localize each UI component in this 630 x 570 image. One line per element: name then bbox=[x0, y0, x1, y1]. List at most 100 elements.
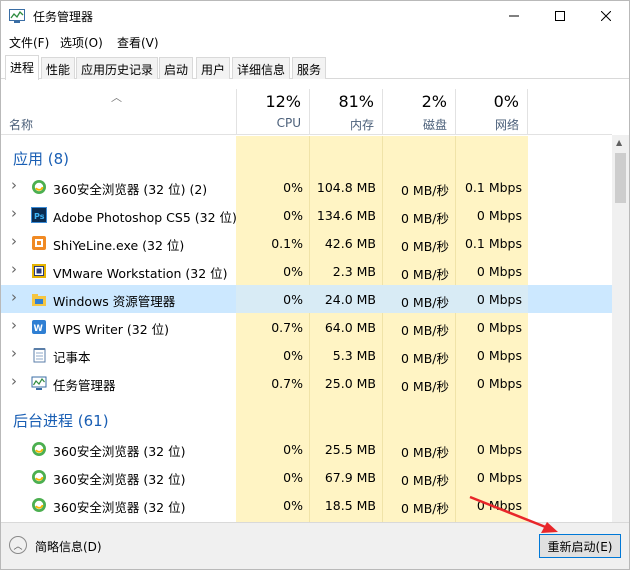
task-manager-window: 任务管理器 文件(F) 选项(O) 查看(V) 进程 性能 应用历史记录 启动 … bbox=[0, 0, 630, 570]
360-browser-icon bbox=[32, 442, 46, 456]
explorer-icon bbox=[32, 294, 46, 306]
memory-value: 25.0 MB bbox=[324, 376, 376, 391]
process-row[interactable]: › Windows 资源管理器 0% 24.0 MB 0 MB/秒 0 Mbps bbox=[1, 285, 612, 313]
sort-up-icon[interactable]: ︿ bbox=[111, 89, 122, 105]
memory-value: 25.5 MB bbox=[324, 442, 376, 457]
expand-chevron-icon[interactable]: › bbox=[11, 372, 17, 390]
expand-chevron-icon[interactable]: › bbox=[11, 260, 17, 278]
process-name: 记事本 bbox=[53, 350, 91, 365]
group-background[interactable]: 后台进程 (61) bbox=[13, 410, 109, 431]
disk-value: 0 MB/秒 bbox=[401, 323, 449, 338]
memory-value: 24.0 MB bbox=[324, 292, 376, 307]
expand-chevron-icon[interactable]: › bbox=[11, 176, 17, 194]
vertical-scrollbar[interactable]: ▲ bbox=[612, 135, 629, 522]
memory-label: 内存 bbox=[349, 118, 374, 132]
network-value: 0 Mbps bbox=[476, 442, 522, 457]
cpu-value: 0% bbox=[283, 208, 303, 223]
collapse-circle-icon[interactable]: ︿ bbox=[9, 536, 27, 554]
cpu-total: 12% bbox=[265, 92, 301, 111]
disk-value: 0 MB/秒 bbox=[401, 501, 449, 516]
network-value: 0 Mbps bbox=[476, 320, 522, 335]
network-value: 0 Mbps bbox=[476, 376, 522, 391]
expand-chevron-icon[interactable]: › bbox=[11, 288, 17, 306]
tab-services[interactable]: 服务 bbox=[292, 57, 327, 79]
expand-chevron-icon[interactable]: › bbox=[11, 232, 17, 250]
process-row[interactable]: 360安全浏览器 (32 位) 0% 67.9 MB 0 MB/秒 0 Mbps bbox=[1, 463, 612, 491]
tab-performance[interactable]: 性能 bbox=[41, 57, 76, 79]
minimize-button[interactable] bbox=[491, 1, 537, 31]
cpu-value: 0% bbox=[283, 442, 303, 457]
memory-value: 42.6 MB bbox=[324, 236, 376, 251]
process-row[interactable]: › VMware Workstation (32 位) 0% 2.3 MB 0 MB/秒… bbox=[1, 257, 612, 285]
tab-bar: 进程 性能 应用历史记录 启动 用户 详细信息 服务 bbox=[1, 55, 629, 80]
title-bar: 任务管理器 bbox=[1, 1, 629, 31]
task-manager-icon bbox=[31, 376, 47, 390]
process-name: VMware Workstation (32 位) bbox=[53, 266, 228, 281]
process-row[interactable]: › 任务管理器 0.7% 25.0 MB 0 MB/秒 0 Mbps bbox=[1, 369, 612, 397]
group-apps[interactable]: 应用 (8) bbox=[13, 148, 69, 169]
tab-app-history[interactable]: 应用历史记录 bbox=[76, 57, 159, 79]
process-name: 360安全浏览器 (32 位) bbox=[53, 444, 186, 459]
process-row[interactable]: › ShiYeLine.exe (32 位) 0.1% 42.6 MB 0 MB/秒 0.… bbox=[1, 229, 612, 257]
tab-users[interactable]: 用户 bbox=[196, 57, 231, 79]
process-row[interactable]: › 360安全浏览器 (32 位) (2) 0% 104.8 MB 0 MB/秒 0.1 … bbox=[1, 173, 612, 201]
cpu-value: 0% bbox=[283, 498, 303, 513]
process-row[interactable]: › 记事本 0% 5.3 MB 0 MB/秒 0 Mbps bbox=[1, 341, 612, 369]
column-header: ︿ 名称 12% CPU 81% 内存 2% 磁盘 0% 网络 bbox=[1, 89, 612, 135]
disk-label: 磁盘 bbox=[422, 118, 447, 132]
360-browser-icon bbox=[32, 180, 46, 194]
tab-details[interactable]: 详细信息 bbox=[232, 57, 291, 79]
process-row[interactable]: 360安全浏览器 (32 位) 0% 18.5 MB 0 MB/秒 0 Mbps bbox=[1, 491, 612, 519]
menu-file[interactable]: 文件(F) bbox=[9, 34, 49, 51]
column-name[interactable]: 名称 bbox=[9, 116, 33, 133]
minimize-icon bbox=[509, 15, 519, 17]
fewer-details-link[interactable]: 简略信息(D) bbox=[35, 538, 102, 555]
maximize-button[interactable] bbox=[537, 1, 583, 31]
disk-value: 0 MB/秒 bbox=[401, 295, 449, 310]
cpu-value: 0% bbox=[283, 264, 303, 279]
process-name: WPS Writer (32 位) bbox=[53, 322, 170, 337]
network-value: 0 Mbps bbox=[476, 292, 522, 307]
disk-value: 0 MB/秒 bbox=[401, 445, 449, 460]
expand-chevron-icon[interactable]: › bbox=[11, 344, 17, 362]
cpu-value: 0.7% bbox=[271, 320, 303, 335]
svg-text:W: W bbox=[34, 324, 44, 334]
task-manager-icon bbox=[9, 9, 25, 23]
disk-value: 0 MB/秒 bbox=[401, 239, 449, 254]
disk-value: 0 MB/秒 bbox=[401, 267, 449, 282]
process-name: 任务管理器 bbox=[53, 378, 116, 393]
cpu-value: 0.7% bbox=[271, 376, 303, 391]
disk-total: 2% bbox=[421, 92, 447, 111]
restart-button[interactable]: 重新启动(E) bbox=[539, 534, 621, 558]
column-disk[interactable]: 2% 磁盘 bbox=[382, 89, 455, 135]
process-row[interactable]: › W WPS Writer (32 位) 0.7% 64.0 MB 0 MB/秒 0 Mb… bbox=[1, 313, 612, 341]
column-memory[interactable]: 81% 内存 bbox=[309, 89, 382, 135]
column-cpu[interactable]: 12% CPU bbox=[236, 89, 309, 135]
footer-bar: ︿ 简略信息(D) 重新启动(E) bbox=[1, 522, 629, 569]
expand-chevron-icon[interactable]: › bbox=[11, 316, 17, 334]
process-name: 360安全浏览器 (32 位) bbox=[53, 500, 186, 515]
scroll-up-icon[interactable]: ▲ bbox=[616, 138, 622, 147]
close-button[interactable] bbox=[583, 1, 629, 31]
disk-value: 0 MB/秒 bbox=[401, 379, 449, 394]
disk-value: 0 MB/秒 bbox=[401, 183, 449, 198]
network-value: 0 Mbps bbox=[476, 348, 522, 363]
process-row[interactable]: 360安全浏览器 (32 位) 0% 25.5 MB 0 MB/秒 0 Mbps bbox=[1, 435, 612, 463]
menu-bar: 文件(F) 选项(O) 查看(V) bbox=[1, 31, 629, 53]
network-value: 0.1 Mbps bbox=[464, 236, 522, 251]
menu-view[interactable]: 查看(V) bbox=[117, 34, 159, 51]
360-browser-icon bbox=[32, 498, 46, 512]
scroll-thumb[interactable] bbox=[615, 153, 626, 203]
column-network[interactable]: 0% 网络 bbox=[455, 89, 528, 135]
expand-chevron-icon[interactable]: › bbox=[11, 204, 17, 222]
close-icon bbox=[601, 11, 611, 21]
tab-startup[interactable]: 启动 bbox=[159, 57, 194, 79]
process-row[interactable]: › Ps Adobe Photoshop CS5 (32 位) 0% 134.6 MB 0… bbox=[1, 201, 612, 229]
shiyeline-icon bbox=[32, 236, 46, 250]
menu-options[interactable]: 选项(O) bbox=[60, 34, 103, 51]
tab-processes[interactable]: 进程 bbox=[5, 55, 40, 80]
notepad-icon bbox=[33, 348, 46, 363]
process-name: 360安全浏览器 (32 位) bbox=[53, 472, 186, 487]
disk-value: 0 MB/秒 bbox=[401, 211, 449, 226]
360-browser-icon bbox=[32, 470, 46, 484]
